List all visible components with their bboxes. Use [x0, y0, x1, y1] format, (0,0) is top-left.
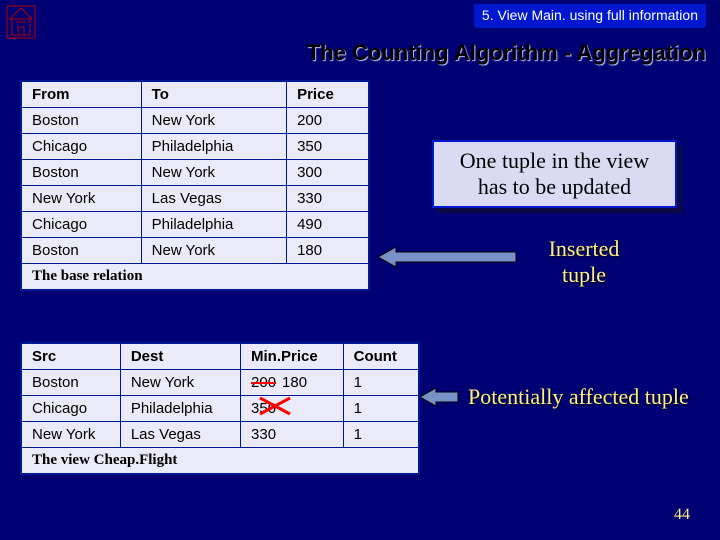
- updated-price-cell: 200180: [241, 370, 344, 396]
- base-relation-table: From To Price BostonNew York200 ChicagoP…: [20, 80, 370, 291]
- table-header-row: From To Price: [21, 81, 369, 108]
- col-count: Count: [343, 343, 419, 370]
- callout-update: One tuple in the view has to be updated: [432, 140, 677, 208]
- table-row: New YorkLas Vegas330: [21, 186, 369, 212]
- arrow-left-icon: [420, 386, 460, 408]
- table-row: New York Las Vegas 330 1: [21, 422, 419, 448]
- table-row: BostonNew York180: [21, 238, 369, 264]
- header-tab: 5. View Main. using full information: [474, 4, 706, 28]
- col-src: Src: [21, 343, 120, 370]
- table-header-row: Src Dest Min.Price Count: [21, 343, 419, 370]
- arrow-left-icon: [378, 244, 518, 270]
- table-row: ChicagoPhiladelphia490: [21, 212, 369, 238]
- note-affected: Potentially affected tuple: [468, 384, 689, 410]
- col-to: To: [141, 81, 286, 108]
- table-row: Chicago Philadelphia 350 1: [21, 396, 419, 422]
- table-row: Boston New York 200180 1: [21, 370, 419, 396]
- view-table: Src Dest Min.Price Count Boston New York…: [20, 342, 420, 475]
- cross-icon: [258, 395, 292, 417]
- col-dest: Dest: [120, 343, 240, 370]
- col-minprice: Min.Price: [241, 343, 344, 370]
- view-caption: The view Cheap.Flight: [21, 448, 419, 475]
- table-row: BostonNew York300: [21, 160, 369, 186]
- slide-number: 44: [674, 506, 690, 524]
- logo-icon: [6, 5, 36, 39]
- base-caption: The base relation: [21, 264, 369, 291]
- col-from: From: [21, 81, 141, 108]
- table-row: ChicagoPhiladelphia350: [21, 134, 369, 160]
- page-title: The Counting Algorithm - Aggregation: [0, 40, 720, 66]
- col-price: Price: [287, 81, 369, 108]
- table-row: BostonNew York200: [21, 108, 369, 134]
- note-inserted: Inserted tuple: [524, 236, 644, 288]
